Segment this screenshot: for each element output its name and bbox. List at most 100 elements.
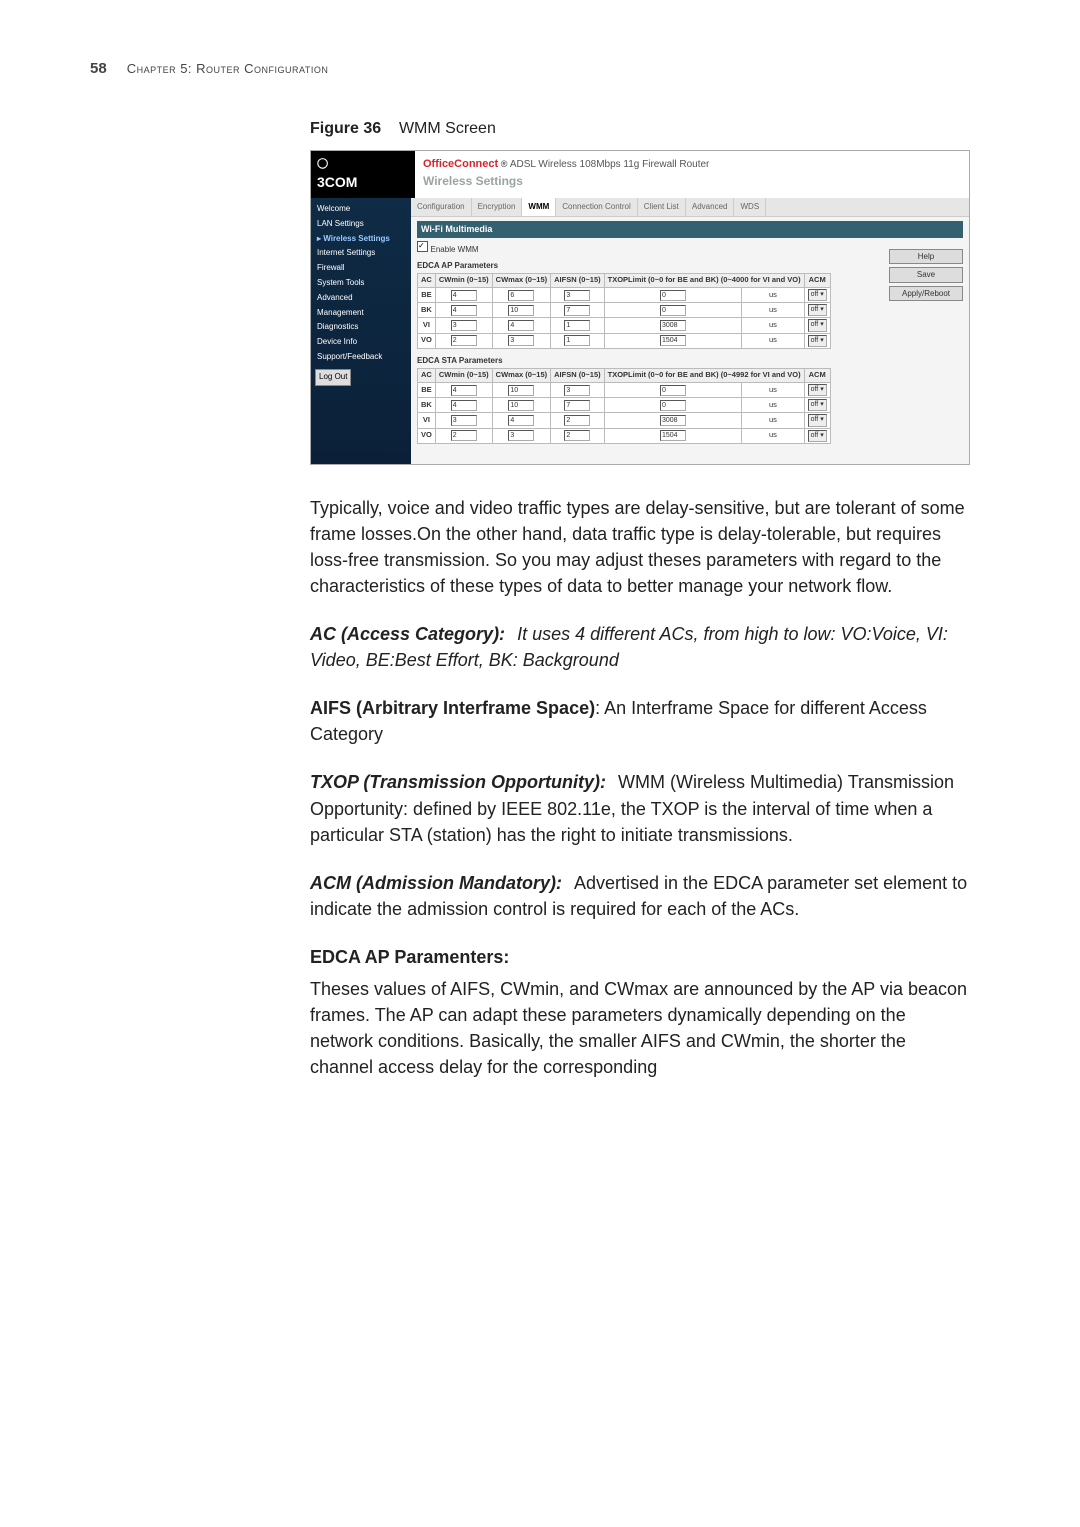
sidebar-item[interactable]: System Tools (315, 276, 407, 291)
table-cell[interactable]: 0 (604, 288, 742, 303)
action-button[interactable]: Help (889, 249, 963, 265)
table-cell: us (742, 333, 804, 348)
table-row: BE4630usoff ▾ (418, 288, 831, 303)
chapter-title: Chapter 5: Router Configuration (127, 61, 329, 76)
brand-product: ADSL Wireless 108Mbps 11g Firewall Route… (510, 159, 710, 170)
edca-ap-heading: EDCA AP Paramenters: (310, 944, 970, 970)
sidebar-item[interactable]: Advanced (315, 291, 407, 306)
table-cell[interactable]: 3 (492, 428, 550, 443)
tab[interactable]: Encryption (472, 198, 523, 216)
table-row: VI3423008usoff ▾ (418, 413, 831, 428)
table-cell[interactable]: 3 (435, 318, 492, 333)
intro-paragraph: Typically, voice and video traffic types… (310, 495, 970, 599)
table-cell[interactable]: 3008 (604, 413, 742, 428)
table-cell[interactable]: off ▾ (804, 288, 830, 303)
table-cell[interactable]: 2 (551, 428, 604, 443)
table-cell[interactable]: 4 (435, 383, 492, 398)
table-row: BK41070usoff ▾ (418, 398, 831, 413)
action-button[interactable]: Apply/Reboot (889, 286, 963, 302)
table-cell[interactable]: 7 (551, 398, 604, 413)
table-header: AIFSN (0~15) (551, 369, 604, 383)
def-acm: ACM (Admission Mandatory):Advertised in … (310, 870, 970, 922)
table-header: AC (418, 369, 436, 383)
sidebar-item[interactable]: ▸ Wireless Settings (315, 232, 407, 247)
sidebar-item[interactable]: Support/Feedback (315, 350, 407, 365)
table-cell[interactable]: 4 (435, 288, 492, 303)
tab[interactable]: Client List (638, 198, 686, 216)
table-cell[interactable]: 10 (492, 383, 550, 398)
table-cell[interactable]: off ▾ (804, 333, 830, 348)
running-header: 58 Chapter 5: Router Configuration (90, 60, 990, 77)
table-cell: us (742, 383, 804, 398)
table-cell[interactable]: 3 (551, 383, 604, 398)
table-cell[interactable]: 1 (551, 318, 604, 333)
figure-label: Figure 36 (310, 120, 381, 137)
enable-wmm-label: Enable WMM (431, 245, 479, 254)
table-cell: us (742, 288, 804, 303)
table-cell[interactable]: 1504 (604, 333, 742, 348)
table-cell[interactable]: 2 (435, 333, 492, 348)
edca-ap-paragraph: Theses values of AIFS, CWmin, and CWmax … (310, 976, 970, 1080)
tab[interactable]: WMM (522, 198, 556, 216)
table-cell[interactable]: 7 (551, 303, 604, 318)
sidebar-item[interactable]: Device Info (315, 335, 407, 350)
table-cell[interactable]: off ▾ (804, 318, 830, 333)
sidebar-item[interactable]: Welcome (315, 202, 407, 217)
tab[interactable]: Connection Control (556, 198, 637, 216)
table-cell[interactable]: off ▾ (804, 383, 830, 398)
sidebar-item[interactable]: Internet Settings (315, 246, 407, 261)
table-cell[interactable]: 0 (604, 383, 742, 398)
tab-bar: ConfigurationEncryptionWMMConnection Con… (411, 198, 969, 217)
table-cell[interactable]: 3008 (604, 318, 742, 333)
table-cell: us (742, 303, 804, 318)
tab[interactable]: WDS (734, 198, 766, 216)
table-cell[interactable]: off ▾ (804, 398, 830, 413)
table-cell[interactable]: 3 (435, 413, 492, 428)
table-cell[interactable]: 0 (604, 303, 742, 318)
sidebar-item[interactable]: Diagnostics (315, 320, 407, 335)
table-cell: BK (418, 398, 436, 413)
table-cell[interactable]: 10 (492, 398, 550, 413)
table-cell[interactable]: 10 (492, 303, 550, 318)
table-cell: us (742, 398, 804, 413)
table-cell[interactable]: 0 (604, 398, 742, 413)
table-header: CWmin (0~15) (435, 369, 492, 383)
sidebar-item[interactable]: LAN Settings (315, 217, 407, 232)
table-cell[interactable]: 3 (551, 288, 604, 303)
def-aifs: AIFS (Arbitrary Interframe Space): An In… (310, 695, 970, 747)
table-cell[interactable]: 4 (492, 413, 550, 428)
table-cell: VI (418, 318, 436, 333)
def-acm-label: ACM (Admission Mandatory): (310, 873, 562, 893)
figure-title: WMM Screen (399, 120, 496, 137)
table-cell[interactable]: off ▾ (804, 303, 830, 318)
edca-sta-table: ACCWmin (0~15)CWmax (0~15)AIFSN (0~15)TX… (417, 368, 831, 443)
sidebar-item[interactable]: Firewall (315, 261, 407, 276)
table-header: CWmax (0~15) (492, 369, 550, 383)
table-cell[interactable]: 4 (435, 303, 492, 318)
edca-ap-table: ACCWmin (0~15)CWmax (0~15)AIFSN (0~15)TX… (417, 273, 831, 348)
ap-params-title: EDCA AP Parameters (417, 260, 963, 272)
table-cell[interactable]: 1504 (604, 428, 742, 443)
table-cell[interactable]: off ▾ (804, 413, 830, 428)
tab[interactable]: Advanced (686, 198, 735, 216)
table-header: AIFSN (0~15) (551, 274, 604, 288)
table-cell[interactable]: 1 (551, 333, 604, 348)
enable-wmm-checkbox[interactable] (417, 241, 428, 252)
table-cell[interactable]: off ▾ (804, 428, 830, 443)
table-cell[interactable]: 2 (435, 428, 492, 443)
table-cell: VI (418, 413, 436, 428)
logout-button[interactable]: Log Out (315, 369, 351, 386)
table-cell[interactable]: 4 (492, 318, 550, 333)
action-button[interactable]: Save (889, 267, 963, 283)
tab[interactable]: Configuration (411, 198, 472, 216)
wmm-screenshot: ◯ 3COM OfficeConnect ® ADSL Wireless 108… (310, 150, 970, 465)
table-row: VI3413008usoff ▾ (418, 318, 831, 333)
table-header: AC (418, 274, 436, 288)
table-cell: BE (418, 383, 436, 398)
table-cell[interactable]: 3 (492, 333, 550, 348)
table-cell[interactable]: 4 (435, 398, 492, 413)
table-cell[interactable]: 2 (551, 413, 604, 428)
figure-caption: Figure 36 WMM Screen (310, 117, 970, 140)
sidebar-item[interactable]: Management (315, 306, 407, 321)
table-cell[interactable]: 6 (492, 288, 550, 303)
